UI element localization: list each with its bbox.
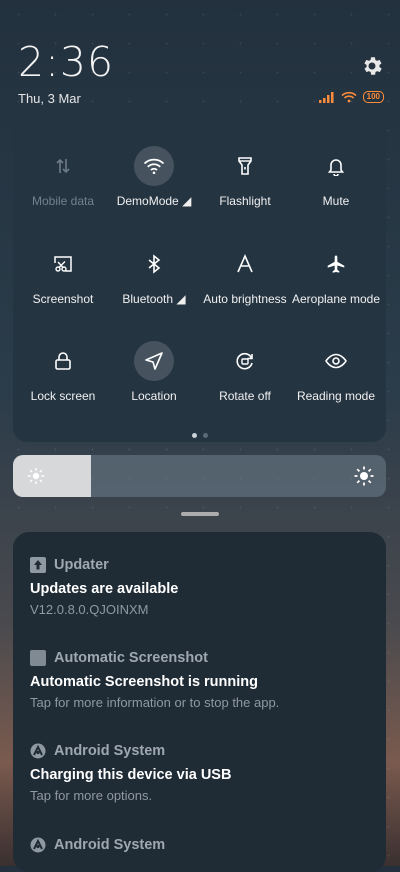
page-dot-active[interactable]: [191, 433, 197, 438]
notification-body: Tap for more information or to stop the …: [30, 695, 280, 710]
tile-bluetooth[interactable]: Bluetooth ◢: [108, 244, 200, 306]
tile-label: Mobile data: [31, 194, 95, 208]
notification-app-name: Updater: [54, 557, 109, 573]
tile-label: Location: [131, 389, 177, 403]
rotate-icon[interactable]: [225, 341, 265, 381]
tile-location[interactable]: Location: [108, 341, 200, 403]
airplane-icon[interactable]: [316, 244, 356, 284]
bell-icon[interactable]: [316, 146, 356, 186]
tile-label: DemoMode ◢: [116, 194, 192, 208]
auto-brightness-icon[interactable]: [225, 244, 265, 284]
status-header: 2:36 Thu, 3 Mar 100: [0, 0, 400, 118]
mobile-data-icon[interactable]: [43, 146, 83, 186]
brightness-slider[interactable]: [13, 455, 386, 497]
tile-wifi[interactable]: DemoMode ◢: [108, 146, 200, 208]
date[interactable]: Thu, 3 Mar: [18, 91, 81, 106]
screenshot-icon[interactable]: [43, 244, 83, 284]
notification-panel: Updater Updates are available V12.0.8.0.…: [13, 532, 386, 872]
tile-label: Flashlight: [219, 194, 271, 208]
notification-title: Charging this device via USB: [30, 767, 232, 783]
notification-android-system-usb[interactable]: Android System Charging this device via …: [30, 741, 372, 803]
tile-eye[interactable]: Reading mode: [290, 341, 382, 403]
brightness-fill: [13, 455, 92, 497]
quick-settings-panel: Mobile data DemoMode ◢ Flashlight Mute Scree…: [13, 118, 386, 442]
wifi-icon[interactable]: [134, 146, 174, 186]
tile-label: Mute: [322, 194, 350, 208]
page-dot[interactable]: [202, 433, 208, 438]
location-icon[interactable]: [134, 341, 174, 381]
tile-bell[interactable]: Mute: [290, 146, 382, 208]
notification-app-name: Android System: [54, 837, 166, 853]
android-system-icon: [30, 743, 46, 759]
flashlight-icon[interactable]: [225, 146, 265, 186]
gear-icon[interactable]: [360, 54, 384, 78]
tile-auto-brightness[interactable]: Auto brightness: [199, 244, 291, 306]
bluetooth-icon[interactable]: [134, 244, 174, 284]
notification-title: Updates are available: [30, 581, 179, 597]
system-icons: 100: [318, 91, 384, 103]
screenshot-app-icon: [30, 650, 46, 666]
android-system-icon: [30, 837, 46, 853]
notification-app-name: Android System: [54, 743, 166, 759]
eye-icon[interactable]: [316, 341, 356, 381]
tile-label: Aeroplane mode: [291, 292, 381, 306]
tile-rotate[interactable]: Rotate off: [199, 341, 291, 403]
updater-icon: [30, 557, 46, 573]
notification-updater[interactable]: Updater Updates are available V12.0.8.0.…: [30, 555, 372, 617]
notification-app-name: Automatic Screenshot: [54, 650, 208, 666]
tile-label: Screenshot: [32, 292, 94, 306]
notification-title: Automatic Screenshot is running: [30, 674, 258, 690]
tile-label: Rotate off: [219, 389, 271, 403]
tile-screenshot[interactable]: Screenshot: [17, 244, 109, 306]
drag-handle[interactable]: [181, 512, 219, 516]
tile-label: Auto brightness: [203, 292, 287, 306]
tile-label: Reading mode: [296, 389, 376, 403]
clock[interactable]: 2:36: [18, 38, 114, 86]
notification-android-system[interactable]: Android System: [30, 835, 372, 855]
brightness-low-icon: [28, 468, 44, 484]
notification-body: Tap for more options.: [30, 788, 153, 803]
lock-icon[interactable]: [43, 341, 83, 381]
brightness-high-icon: [354, 466, 374, 486]
tile-label: Bluetooth ◢: [122, 292, 186, 306]
tile-label: Lock screen: [30, 389, 96, 403]
tile-lock[interactable]: Lock screen: [17, 341, 109, 403]
notification-automatic-screenshot[interactable]: Automatic Screenshot Automatic Screensho…: [30, 648, 372, 710]
battery-icon: 100: [362, 91, 384, 103]
tile-flashlight[interactable]: Flashlight: [199, 146, 291, 208]
signal-icon: [318, 91, 334, 103]
tile-mobile-data[interactable]: Mobile data: [17, 146, 109, 208]
notification-body: V12.0.8.0.QJOINXM: [30, 602, 149, 617]
tile-airplane[interactable]: Aeroplane mode: [290, 244, 382, 306]
wifi-icon: [341, 91, 357, 103]
page-indicator: [13, 433, 386, 438]
